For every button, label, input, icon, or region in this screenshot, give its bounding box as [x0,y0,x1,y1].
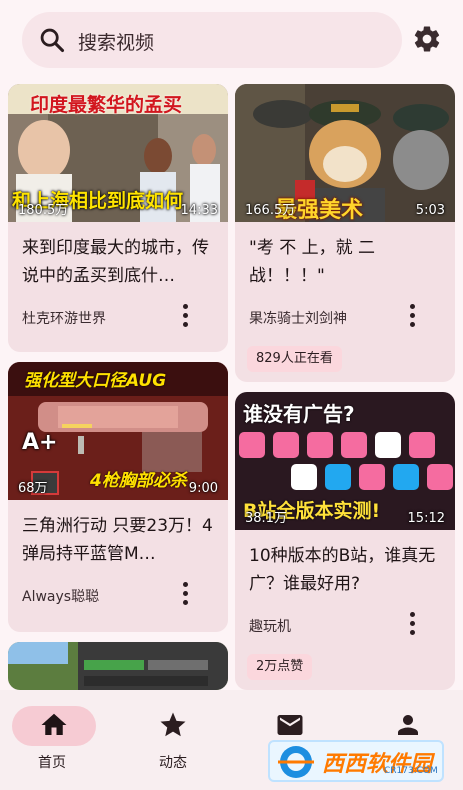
video-card[interactable]: 谁没有广告? B站全版本实测! 38.1万 15:12 10种版本的B站，谁真无… [235,392,455,690]
video-title[interactable]: 来到印度最大的城市，传说中的孟买到底什… [22,234,218,290]
view-count: 68万 [18,481,48,496]
view-count: 38.1万 [245,511,287,526]
thumbnail-caption-top: 强化型大口径AUG [24,371,167,391]
view-count: 180.5万 [18,203,69,218]
video-title[interactable]: 三角洲行动 只要23万！4弹局持平蓝管M… [22,512,218,568]
thumbnail-caption-bottom: 4枪胸部必杀 [90,471,187,491]
video-author[interactable]: 趣玩机 [249,616,291,636]
video-title[interactable]: "考 不 上，就 二 战！！！" [249,234,445,290]
likes-badge: 2万点赞 [247,654,313,680]
home-icon [41,713,67,735]
video-thumbnail[interactable] [8,642,228,690]
watermark-logo-icon [278,746,314,778]
star-icon [160,712,186,737]
more-icon[interactable] [180,580,190,606]
thumbnail-caption-top: 谁没有广告? [243,402,355,426]
video-thumbnail[interactable]: 最强美术 166.5万 5:03 [235,84,455,222]
search-icon [40,28,65,53]
live-viewers-badge: 829人正在看 [247,346,342,372]
view-count: 166.5万 [245,203,296,218]
video-thumbnail[interactable]: 印度最繁华的孟买 和上海相比到底如何 180.5万 14:33 [8,84,228,222]
search-bar[interactable]: 搜索视频 [22,12,402,68]
video-title[interactable]: 10种版本的B站，谁真无广？谁最好用? [249,542,445,598]
video-duration: 14:33 [180,203,218,218]
more-icon[interactable] [407,302,417,328]
nav-item-home[interactable]: 首页 [0,690,116,790]
watermark-logo: 西西软件园 CR173.COM [268,740,444,782]
person-icon [398,715,418,735]
video-card[interactable] [8,642,228,690]
thumbnail-caption-grade: A+ [22,430,58,455]
more-icon[interactable] [180,302,190,328]
video-thumbnail[interactable]: 强化型大口径AUG A+ 4枪胸部必杀 68万 9:00 [8,362,228,500]
more-icon[interactable] [407,610,417,636]
watermark-subtext: CR173.COM [384,766,438,776]
nav-label-feed: 动态 [159,755,187,771]
nav-item-feed[interactable]: 动态 [115,690,231,790]
video-card[interactable]: 印度最繁华的孟买 和上海相比到底如何 180.5万 14:33 来到印度最大的城… [8,84,228,352]
mail-icon [277,715,303,735]
video-author[interactable]: 果冻骑士刘剑神 [249,308,347,328]
video-card[interactable]: 最强美术 166.5万 5:03 "考 不 上，就 二 战！！！" 果冻骑士刘剑… [235,84,455,382]
video-author[interactable]: 杜克环游世界 [22,308,106,328]
video-duration: 9:00 [188,481,218,496]
gear-icon[interactable] [412,24,442,54]
nav-label-home: 首页 [38,755,66,771]
thumbnail-caption-top: 印度最繁华的孟买 [30,94,183,116]
video-author[interactable]: Always聪聪 [22,586,99,606]
search-input[interactable]: 搜索视频 [78,28,154,55]
video-card[interactable]: 强化型大口径AUG A+ 4枪胸部必杀 68万 9:00 三角洲行动 只要23万… [8,362,228,632]
video-duration: 5:03 [415,203,445,218]
video-thumbnail[interactable]: 谁没有广告? B站全版本实测! 38.1万 15:12 [235,392,455,530]
video-duration: 15:12 [407,511,445,526]
